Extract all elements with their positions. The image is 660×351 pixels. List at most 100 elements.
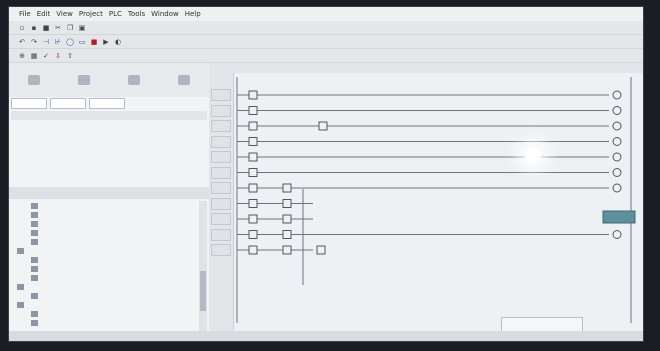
menu-file[interactable]: File [19, 10, 31, 18]
list-item[interactable] [11, 161, 207, 171]
tree-item[interactable] [9, 318, 195, 327]
rung-number[interactable] [211, 213, 231, 225]
contact-symbol [248, 168, 258, 177]
device-button[interactable] [78, 75, 90, 85]
list-item[interactable] [11, 121, 207, 131]
tree-node-icon [17, 247, 24, 254]
rung-number[interactable] [211, 89, 231, 101]
list-item[interactable] [11, 151, 207, 161]
tree-item[interactable] [9, 255, 195, 264]
tree-item[interactable] [9, 264, 195, 273]
compile-icon[interactable]: ✓ [41, 51, 51, 60]
tree-item[interactable] [9, 237, 195, 246]
rung-number[interactable] [211, 182, 231, 194]
tree-node-icon [31, 220, 38, 227]
contact-symbol [248, 183, 258, 193]
tree-item[interactable] [9, 246, 195, 255]
function-block-icon[interactable]: ▭ [77, 37, 87, 46]
rung-number[interactable] [211, 244, 231, 256]
list-item[interactable] [11, 131, 207, 141]
tree-item[interactable] [9, 219, 195, 228]
screen-glare [525, 147, 541, 163]
variable-list [11, 121, 207, 181]
grid-icon[interactable]: ▦ [29, 51, 39, 60]
project-icon [28, 75, 40, 85]
tree-item[interactable] [9, 309, 195, 318]
save-icon[interactable]: ■ [41, 23, 51, 32]
project-pane [9, 63, 210, 341]
menu-window[interactable]: Window [151, 10, 179, 18]
pane-status-line [9, 187, 209, 199]
undo-icon[interactable]: ↶ [17, 37, 27, 46]
menu-tools[interactable]: Tools [128, 10, 145, 18]
open-icon[interactable]: ▪ [29, 23, 39, 32]
pane-button-row [9, 63, 209, 97]
rung-number[interactable] [211, 135, 231, 148]
plc-editor-window: File Edit View Project PLC Tools Window … [8, 6, 644, 342]
contact-symbol [248, 230, 258, 239]
contact-symbol [248, 121, 258, 131]
new-icon[interactable]: ▫ [17, 23, 27, 32]
redo-icon[interactable]: ↷ [29, 37, 39, 46]
rung-number[interactable] [211, 104, 231, 117]
column-type[interactable] [121, 111, 124, 120]
rung-number[interactable] [211, 166, 231, 179]
rung-number[interactable] [211, 197, 231, 210]
list-item[interactable] [11, 141, 207, 151]
project-button[interactable] [28, 75, 40, 85]
tree-item[interactable] [9, 282, 195, 291]
status-bar [9, 331, 643, 341]
wizard-button[interactable] [178, 75, 190, 85]
monitor-icon[interactable]: ◐ [113, 37, 123, 46]
contact-symbol [248, 199, 258, 208]
run-icon[interactable]: ▶ [101, 37, 111, 46]
menu-view[interactable]: View [56, 10, 73, 18]
ladder-diagram[interactable] [233, 73, 644, 331]
filter-field-3[interactable] [89, 97, 125, 109]
library-button[interactable] [128, 75, 140, 85]
coil-icon[interactable]: ◯ [65, 37, 75, 46]
rung-number[interactable] [211, 228, 231, 241]
contact-no-icon[interactable]: ⊣ [41, 37, 51, 46]
tree-item[interactable] [9, 210, 195, 219]
column-number[interactable] [11, 111, 28, 120]
filter-row [11, 97, 207, 109]
list-item[interactable] [11, 171, 207, 181]
menu-project[interactable]: Project [79, 10, 103, 18]
contact-nc-icon[interactable]: ⊬ [53, 37, 63, 46]
tree-item[interactable] [9, 228, 195, 237]
menu-edit[interactable]: Edit [37, 10, 51, 18]
tree-scrollbar-thumb[interactable] [200, 271, 206, 311]
rung-number[interactable] [211, 151, 231, 163]
contact-symbol [248, 152, 258, 162]
copy-icon[interactable]: ❐ [65, 23, 75, 32]
tree-item[interactable] [9, 273, 195, 282]
contact-symbol [248, 106, 258, 115]
tree-item[interactable] [9, 291, 195, 300]
contact-symbol [248, 137, 258, 146]
contact-symbol [248, 214, 258, 224]
zoom-icon[interactable]: ⊕ [17, 51, 27, 60]
tree-item[interactable] [9, 201, 195, 210]
download-icon[interactable]: ⇩ [53, 51, 63, 60]
filter-field-1[interactable] [11, 97, 47, 109]
filter-field-2[interactable] [50, 97, 86, 109]
cut-icon[interactable]: ✂ [53, 23, 63, 32]
ladder-toolbar: ↶ ↷ ⊣ ⊬ ◯ ▭ ■ ▶ ◐ [9, 35, 643, 49]
column-name[interactable] [28, 111, 121, 120]
contact-symbol [282, 230, 292, 239]
coil-symbol [612, 168, 622, 177]
upload-icon[interactable]: ⇧ [65, 51, 75, 60]
ladder-editor [209, 63, 644, 331]
menu-help[interactable]: Help [185, 10, 201, 18]
rung-number-column [209, 63, 234, 331]
contact-symbol [248, 90, 258, 100]
stop-icon[interactable]: ■ [89, 37, 99, 46]
tree-scrollbar[interactable] [199, 201, 207, 339]
tree-node-icon [31, 319, 38, 326]
paste-icon[interactable]: ▣ [77, 23, 87, 32]
menu-plc[interactable]: PLC [109, 10, 122, 18]
tree-node-icon [31, 310, 38, 317]
rung-number[interactable] [211, 120, 231, 132]
tree-item[interactable] [9, 300, 195, 309]
